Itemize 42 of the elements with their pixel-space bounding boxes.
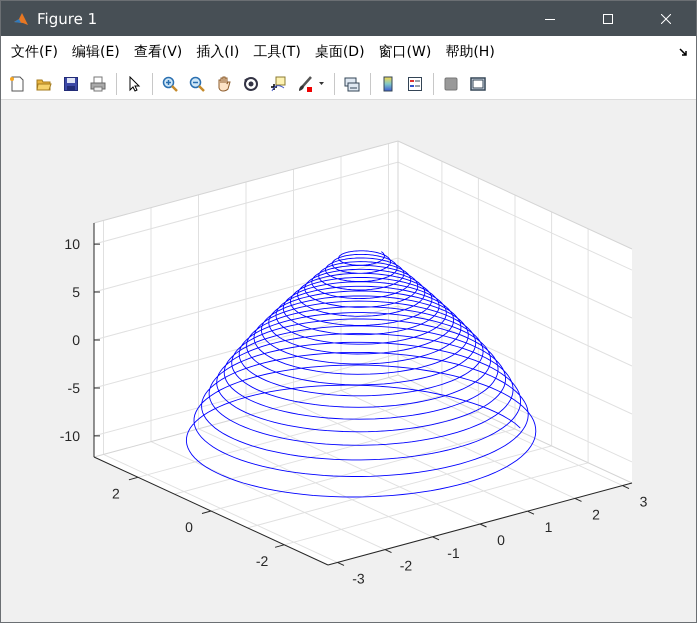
menu-item[interactable]: 查看(V) <box>126 43 190 61</box>
menu-item[interactable]: 编辑(E) <box>64 43 127 61</box>
tick-label: 0 <box>72 332 80 348</box>
tick-label: 0 <box>185 519 193 535</box>
maximize-icon <box>603 14 613 24</box>
menu-item[interactable]: 窗口(W) <box>372 43 438 61</box>
caret-icon <box>319 82 324 85</box>
menu-item[interactable]: 帮助(H) <box>438 43 502 61</box>
dock-icon <box>679 48 688 56</box>
tick-label: -2 <box>400 558 412 574</box>
tick-label: 2 <box>592 506 600 522</box>
menu-item[interactable]: 工具(T) <box>246 43 308 61</box>
menu-item[interactable]: 桌面(D) <box>308 43 372 61</box>
brush-icon <box>297 76 313 92</box>
tick-label: -10 <box>60 428 80 444</box>
tick-label: 5 <box>72 284 80 300</box>
tick-label: 2 <box>112 485 120 502</box>
printer-icon <box>90 76 106 92</box>
tick-label: -1 <box>447 544 460 561</box>
window-title: Figure 1 <box>37 10 98 28</box>
tick-label: -2 <box>256 552 268 569</box>
linked-windows-icon <box>344 76 360 92</box>
menu-item[interactable]: 文件(F) <box>4 43 65 61</box>
hand-icon <box>216 76 232 92</box>
square-icon <box>443 76 459 92</box>
tick-label: 10 <box>64 236 80 252</box>
app-logo-icon <box>13 10 29 26</box>
save-icon <box>63 76 79 92</box>
window-icon <box>470 76 486 92</box>
menu-item[interactable]: 插入(I) <box>189 43 246 61</box>
tick-label: -3 <box>352 570 365 586</box>
close-icon <box>661 14 671 24</box>
zoom-out-icon <box>189 76 205 92</box>
rotate-icon <box>243 76 259 92</box>
new-file-icon <box>9 76 25 92</box>
tick-label: 3 <box>640 494 648 510</box>
data-tip-icon <box>270 76 286 92</box>
tick-label: 1 <box>544 519 552 536</box>
tick-label: -5 <box>68 380 80 396</box>
zoom-in-icon <box>162 76 178 92</box>
legend-icon <box>407 76 423 92</box>
tick-label: 0 <box>497 532 505 548</box>
